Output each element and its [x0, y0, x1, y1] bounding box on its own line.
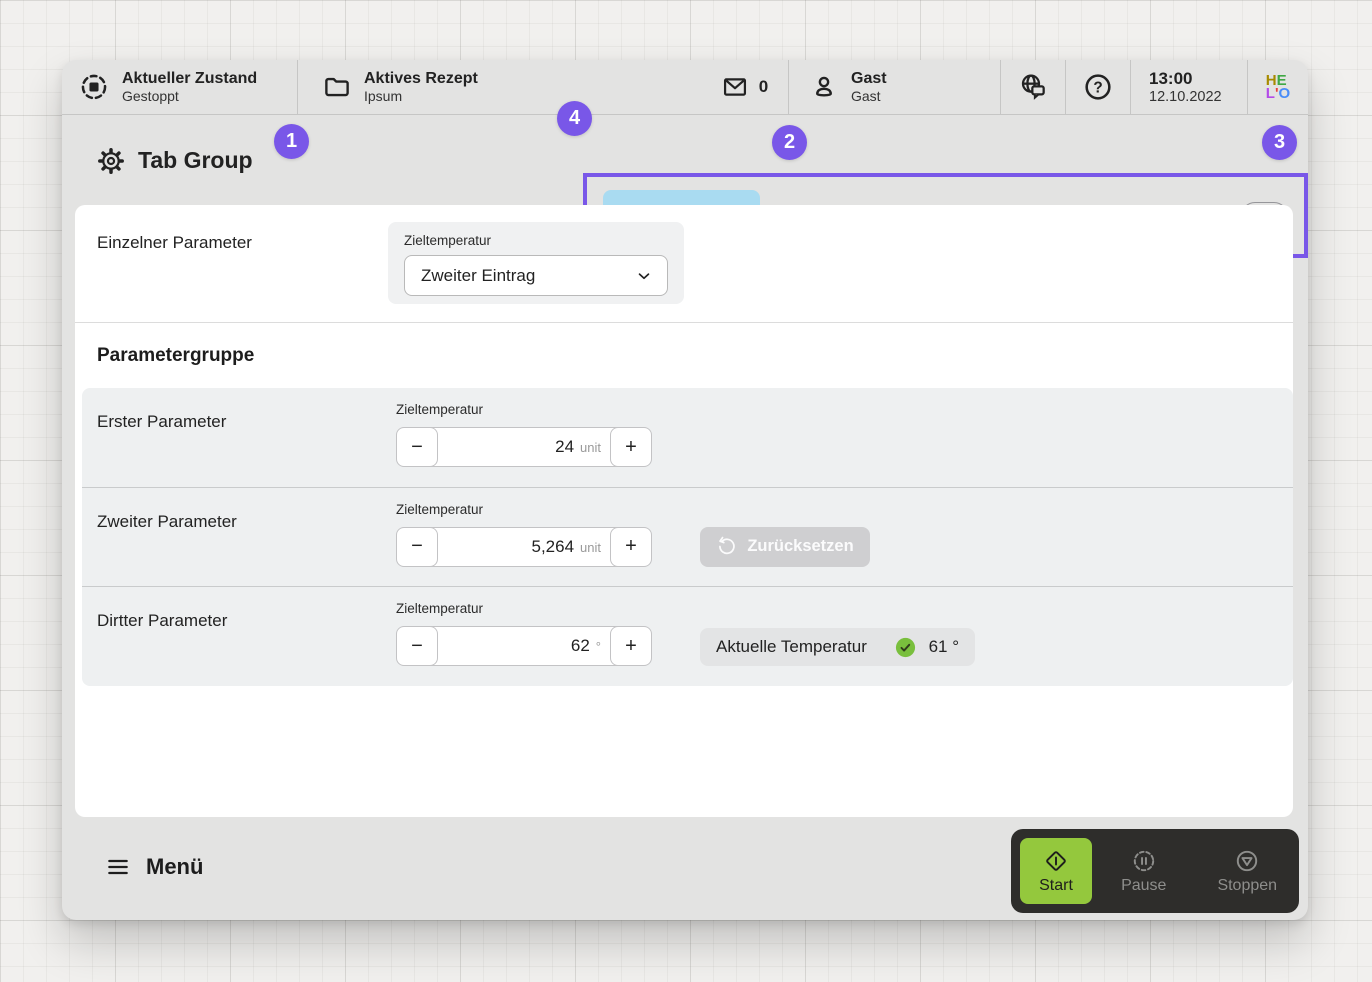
stopped-state-icon: [78, 71, 110, 103]
messages-button[interactable]: 0: [701, 60, 789, 114]
state-value: Gestoppt: [122, 88, 257, 104]
page-title-group: Tab Group: [97, 147, 253, 175]
current-temperature-chip: Aktuelle Temperatur 61 °: [700, 628, 975, 666]
brand-logo: HE L'O: [1248, 60, 1308, 114]
stepper-3: − 62 ° +: [396, 626, 652, 666]
pause-icon: [1131, 848, 1157, 874]
page-title: Tab Group: [138, 147, 253, 174]
current-temp-value: 61 °: [929, 637, 959, 657]
stop-label: Stoppen: [1217, 877, 1277, 895]
gear-icon: [97, 147, 125, 175]
reset-icon: [716, 536, 737, 557]
recipe-value: Ipsum: [364, 88, 478, 104]
stepper-1: − 24 unit +: [396, 427, 652, 467]
user-role: Gast: [851, 88, 887, 104]
annotation-badge-4: 4: [557, 101, 592, 136]
parameter-row-1: Erster Parameter Zieltemperatur − 24 uni…: [82, 388, 1293, 487]
mail-count: 0: [759, 77, 768, 97]
recipe-label: Aktives Rezept: [364, 70, 478, 88]
user-name: Gast: [851, 70, 887, 88]
date: 12.10.2022: [1149, 89, 1222, 105]
user-icon: [809, 72, 839, 102]
parameter-row-3: Dirtter Parameter Zieltemperatur − 62 ° …: [82, 586, 1293, 686]
value: 24: [555, 437, 574, 457]
annotation-badge-2: 2: [772, 125, 807, 160]
parameter-group-title: Parametergruppe: [97, 345, 254, 367]
unit: unit: [580, 540, 601, 555]
value-field[interactable]: 62 °: [430, 626, 618, 666]
select-value: Zweiter Eintrag: [421, 266, 535, 286]
clock: 13:00 12.10.2022: [1131, 60, 1248, 114]
machine-state[interactable]: Aktueller Zustand Gestoppt: [62, 60, 298, 114]
start-icon: [1043, 848, 1069, 874]
single-parameter-label: Einzelner Parameter: [97, 233, 252, 253]
field-label: Zieltemperatur: [396, 601, 483, 616]
folder-icon: [322, 72, 352, 102]
menu-button[interactable]: Menü: [105, 854, 203, 880]
state-label: Aktueller Zustand: [122, 70, 257, 88]
value: 5,264: [531, 537, 574, 557]
annotation-badge-1: 1: [274, 124, 309, 159]
increment-button[interactable]: +: [610, 427, 652, 467]
decrement-button[interactable]: −: [396, 626, 438, 666]
decrement-button[interactable]: −: [396, 427, 438, 467]
field-label: Zieltemperatur: [404, 233, 668, 248]
stepper-2: − 5,264 unit +: [396, 527, 652, 567]
check-circle-icon: [894, 636, 917, 659]
parameter-group: Erster Parameter Zieltemperatur − 24 uni…: [82, 388, 1293, 686]
stop-icon: [1234, 848, 1260, 874]
helo-logo: HE L'O: [1266, 74, 1290, 100]
parameter-name: Erster Parameter: [97, 412, 226, 432]
parameter-name: Dirtter Parameter: [97, 611, 227, 631]
value-field[interactable]: 24 unit: [430, 427, 618, 467]
pause-label: Pause: [1121, 877, 1166, 895]
unit: unit: [580, 440, 601, 455]
parameter-name: Zweiter Parameter: [97, 512, 237, 532]
status-bar: Aktueller Zustand Gestoppt Aktives Rezep…: [62, 60, 1308, 115]
language-button[interactable]: [1001, 60, 1066, 114]
tab-group-header: Tab Group Aufbau: [62, 116, 1308, 205]
app-window: Aktueller Zustand Gestoppt Aktives Rezep…: [62, 60, 1308, 920]
pause-button[interactable]: Pause: [1092, 848, 1196, 895]
reset-label: Zurücksetzen: [747, 537, 853, 556]
reset-button[interactable]: Zurücksetzen: [700, 527, 870, 567]
target-temp-select[interactable]: Zweiter Eintrag: [404, 255, 668, 296]
increment-button[interactable]: +: [610, 527, 652, 567]
annotation-badge-3: 3: [1262, 125, 1297, 160]
unit: °: [596, 639, 601, 654]
parameter-row-2: Zweiter Parameter Zieltemperatur − 5,264…: [82, 487, 1293, 587]
active-recipe[interactable]: Aktives Rezept Ipsum: [298, 60, 701, 114]
chevron-down-icon: [635, 267, 653, 285]
value: 62: [571, 636, 590, 656]
language-globe-icon: [1017, 71, 1049, 103]
help-icon: ?: [1082, 71, 1114, 103]
hamburger-icon: [105, 854, 131, 880]
start-label: Start: [1039, 877, 1073, 895]
decrement-button[interactable]: −: [396, 527, 438, 567]
machine-controls: Start Pause Stoppen: [1011, 829, 1299, 913]
menu-label: Menü: [146, 854, 203, 880]
start-button[interactable]: Start: [1020, 838, 1092, 904]
increment-button[interactable]: +: [610, 626, 652, 666]
section-divider: [75, 322, 1293, 323]
current-temp-label: Aktuelle Temperatur: [716, 637, 882, 657]
single-parameter-control: Zieltemperatur Zweiter Eintrag: [388, 222, 684, 304]
stop-button[interactable]: Stoppen: [1196, 848, 1300, 895]
desktop-background: Aktueller Zustand Gestoppt Aktives Rezep…: [0, 0, 1372, 982]
content-panel: Einzelner Parameter Zieltemperatur Zweit…: [75, 205, 1293, 817]
mail-icon: [721, 73, 749, 101]
field-label: Zieltemperatur: [396, 502, 483, 517]
time: 13:00: [1149, 69, 1192, 89]
field-label: Zieltemperatur: [396, 402, 483, 417]
user-button[interactable]: Gast Gast: [789, 60, 1001, 114]
help-button[interactable]: ?: [1066, 60, 1131, 114]
svg-text:?: ?: [1093, 80, 1102, 97]
value-field[interactable]: 5,264 unit: [430, 527, 618, 567]
